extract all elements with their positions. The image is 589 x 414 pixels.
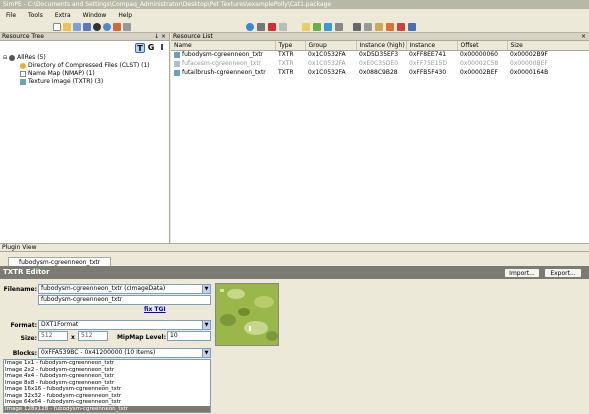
resource-list-panel: Resource List × Name Type Group Instance … <box>171 33 589 243</box>
fix-tgi-link[interactable]: fix TGI <box>144 306 166 313</box>
table-row[interactable]: fubodysm-cgreenneon_txtr TXTR 0x1C0532FA 0… <box>171 50 589 59</box>
folder-icon[interactable] <box>302 23 310 31</box>
refresh-icon[interactable] <box>246 23 254 31</box>
texture-icon <box>174 69 180 76</box>
format-label: Format: <box>10 322 37 329</box>
list-item[interactable]: Image 128x128 - fubodysm-cgreenneon_txtr <box>4 405 210 412</box>
texture-preview <box>215 283 279 346</box>
tree-item-txtr[interactable]: Texture Image (TXTR) (3) <box>20 78 103 86</box>
resource-tree-title: Resource Tree ↓ × <box>0 33 169 41</box>
resource-tree-panel: Resource Tree ↓ × T G I ⊟ AllRes (5) Dire… <box>0 33 170 243</box>
pin-close-icon[interactable]: ↓ × <box>154 33 166 41</box>
col-instance-high[interactable]: Instance (high) <box>356 41 407 51</box>
col-size[interactable]: Size <box>507 41 589 51</box>
settings-icon[interactable] <box>93 23 101 31</box>
editor-title-bar: TXTR Editor Import... Export... <box>0 266 589 279</box>
save-as-icon[interactable] <box>83 23 91 31</box>
menu-tools[interactable]: Tools <box>22 12 49 19</box>
menu-bar: File Tools Extra Window Help <box>0 9 589 21</box>
tree-item-allres[interactable]: ⊟ AllRes (5) <box>3 54 46 62</box>
resource-table: Name Type Group Instance (high) Instance… <box>171 41 589 77</box>
texture-icon <box>174 51 180 58</box>
chevron-down-icon: ▼ <box>202 349 210 357</box>
table-row[interactable]: fufacesm-cgreenneon_txtr TXTR 0x1C0532FA 0… <box>171 59 589 68</box>
close-icon[interactable]: × <box>581 33 586 41</box>
tree-item-nmap[interactable]: Name Map (NMAP) (1) <box>20 70 95 78</box>
plugin-view-title: Plugin View <box>0 244 589 252</box>
paste-icon[interactable] <box>375 23 383 31</box>
col-offset[interactable]: Offset <box>457 41 508 51</box>
window-title: SimPE - C:\Documents and Settings\Compaq… <box>0 0 589 9</box>
export-icon[interactable] <box>408 23 416 31</box>
dropdown-icon[interactable] <box>123 23 131 31</box>
texture-icon <box>174 60 180 67</box>
view-group-button[interactable]: G <box>146 43 156 53</box>
filename-dropdown[interactable]: fubodysm-cgreenneon_txtr (cImageData) ▼ <box>38 284 211 294</box>
view-icon[interactable] <box>324 23 332 31</box>
export-button[interactable]: Export... <box>544 268 582 278</box>
view-instance-button[interactable]: I <box>157 43 167 53</box>
mipmap-label: MipMap Level: <box>116 334 166 341</box>
open-icon[interactable] <box>63 23 71 31</box>
puzzle-icon[interactable] <box>397 23 405 31</box>
tool-icon[interactable] <box>257 23 265 31</box>
plugin-icon[interactable] <box>113 23 121 31</box>
tree-item-clst[interactable]: Directory of Compressed Files (CLST) (1) <box>20 62 150 70</box>
size-separator: x <box>71 334 75 341</box>
new-icon[interactable] <box>53 23 61 31</box>
col-instance[interactable]: Instance <box>406 41 458 51</box>
clear-icon[interactable] <box>279 23 287 31</box>
menu-file[interactable]: File <box>0 12 22 19</box>
mipmap-field[interactable]: 10 <box>167 331 211 341</box>
menu-extra[interactable]: Extra <box>49 12 77 19</box>
blocks-dropdown[interactable]: 0xFFA539BC - 0x41200000 (10 Items) ▼ <box>38 348 211 358</box>
format-dropdown[interactable]: DXT1Format ▼ <box>38 320 211 330</box>
blocks-label: Blocks: <box>12 350 37 357</box>
size-label: Size: <box>20 335 37 342</box>
save-icon[interactable] <box>73 23 81 31</box>
col-group[interactable]: Group <box>305 41 357 51</box>
globe-icon[interactable] <box>103 23 111 31</box>
image-icon <box>20 78 26 85</box>
menu-window[interactable]: Window <box>77 12 113 19</box>
view-type-button[interactable]: T <box>135 43 145 53</box>
cut-icon[interactable] <box>353 23 361 31</box>
blocks-list[interactable]: Image 1x1 - fubodysm-cgreenneon_txtr Ima… <box>3 359 211 413</box>
tab-txtr[interactable]: fubodysm-cgreenneon_txtr <box>8 257 112 266</box>
toolbar <box>0 21 589 33</box>
copy-icon[interactable] <box>364 23 372 31</box>
size-height-field[interactable]: 512 <box>78 331 108 341</box>
import-button[interactable]: Import... <box>504 268 540 278</box>
collapse-icon[interactable]: ⊟ <box>3 55 7 61</box>
texture-preview-image <box>216 284 278 345</box>
filename-label: Filename: <box>3 286 37 293</box>
chevron-down-icon: ▼ <box>202 321 210 329</box>
resource-list-title: Resource List × <box>171 33 589 41</box>
chevron-down-icon: ▼ <box>202 285 210 293</box>
filter-icon[interactable] <box>335 23 343 31</box>
chart-icon[interactable] <box>386 23 394 31</box>
table-row[interactable]: futailbrush-cgreenneon_txtr TXTR 0x1C0532… <box>171 68 589 77</box>
package-icon <box>9 54 16 61</box>
resource-icon <box>20 62 26 69</box>
filename-field[interactable]: fubodysm-cgreenneon_txtr <box>38 295 211 305</box>
menu-help[interactable]: Help <box>112 12 138 19</box>
col-type[interactable]: Type <box>275 41 306 51</box>
size-width-field[interactable]: 512 <box>38 331 68 341</box>
col-name[interactable]: Name <box>171 41 276 51</box>
document-icon <box>20 70 26 77</box>
add-icon[interactable] <box>313 23 321 31</box>
delete-icon[interactable] <box>268 23 276 31</box>
